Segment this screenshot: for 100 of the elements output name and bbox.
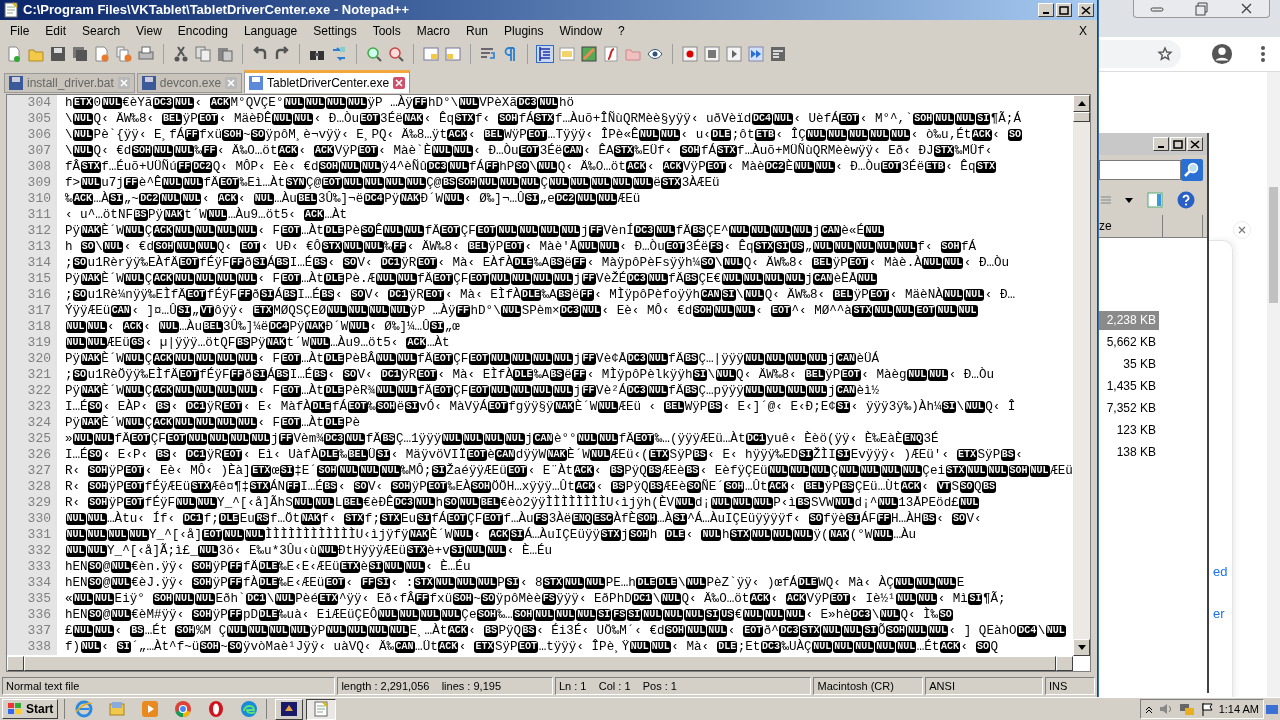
menu-item[interactable]: View bbox=[128, 21, 170, 40]
menu-item[interactable]: File bbox=[2, 21, 38, 40]
more-menu-icon[interactable] bbox=[1261, 46, 1265, 62]
record-icon[interactable] bbox=[682, 46, 698, 62]
line-number: 323 bbox=[7, 399, 57, 415]
code-line: \NULQ‹ ÄW‰8‹ BELÿP EOT‹ MäèÐÊ NUL NUL‹ Ð…Òu EOT3Éë NAK‹ Êq STXf‹ SOHfÁSTXf…Àuõ+ÎÑùQRMèè§yÿÿ‹ uðVèïdDC4 NUL‹ UèfÁEOT‹ M°^,`SOH NUL NUL SI¶Ã;Á bbox=[64, 111, 1021, 127]
dropdown-caret-icon[interactable] bbox=[1125, 197, 1133, 203]
minimize-button[interactable] bbox=[1153, 137, 1169, 151]
menu-item[interactable]: Search bbox=[74, 21, 129, 40]
function-list-icon[interactable] bbox=[603, 46, 619, 62]
preview-pane-icon[interactable] bbox=[1147, 192, 1163, 208]
line-number: 336 bbox=[7, 607, 57, 623]
save-icon[interactable] bbox=[50, 46, 66, 62]
word-wrap-icon[interactable] bbox=[480, 46, 496, 62]
replace-icon[interactable] bbox=[331, 46, 347, 62]
vertical-scrollbar[interactable] bbox=[1073, 95, 1090, 656]
horizontal-scrollbar[interactable] bbox=[7, 656, 1073, 671]
menu-item[interactable]: Plugins bbox=[496, 21, 552, 40]
floppy-icon bbox=[9, 76, 23, 90]
file-size-cell[interactable]: 5,662 KB bbox=[1099, 333, 1159, 352]
menu-item[interactable]: Window bbox=[551, 21, 611, 40]
line-number: 329 bbox=[7, 495, 57, 511]
line-number: 338 bbox=[7, 639, 57, 655]
new-file-icon[interactable] bbox=[6, 46, 22, 62]
taskbar-button[interactable] bbox=[306, 698, 337, 720]
printer-icon[interactable] bbox=[138, 46, 154, 62]
close-document-button[interactable]: X bbox=[1079, 21, 1087, 40]
cut-icon[interactable] bbox=[173, 46, 189, 62]
show-desktop-icon[interactable] bbox=[1266, 703, 1278, 715]
undo-icon[interactable] bbox=[252, 46, 268, 62]
star-icon[interactable] bbox=[1157, 46, 1173, 62]
network-icon[interactable] bbox=[1178, 702, 1195, 716]
line-number: 333 bbox=[7, 559, 57, 575]
search-icon[interactable] bbox=[1181, 159, 1203, 181]
chevron-up-icon[interactable] bbox=[1144, 705, 1153, 713]
code-line: NUL NULÆEüGS‹ µ|ÿÿÿ…ötQFBSPÿNAKt´WNUL…Àu9…öt5‹ ACK…Àt bbox=[64, 335, 450, 351]
start-button[interactable]: Start bbox=[2, 699, 59, 719]
file-size-cell[interactable]: 123 KB bbox=[1099, 421, 1159, 440]
file-size-cell[interactable]: 1,435 KB bbox=[1099, 377, 1159, 396]
zoom-in-icon[interactable] bbox=[366, 46, 382, 62]
close-button[interactable] bbox=[1078, 3, 1094, 17]
chrome-icon[interactable] bbox=[174, 700, 193, 718]
paste-icon[interactable] bbox=[217, 46, 233, 62]
account-icon[interactable] bbox=[1211, 43, 1233, 65]
stop-icon[interactable] bbox=[704, 46, 720, 62]
menu-item[interactable]: Edit bbox=[37, 21, 75, 40]
indent-guide-icon[interactable] bbox=[537, 46, 553, 62]
arrow-up-icon bbox=[1077, 101, 1086, 106]
code-line: £NUL NUL‹ BS…Ét SOH%M ÇNUL NUL NUL NULÿPNUL NUL NUL NULE¸…Àt ACK‹ BSPÿQBS‹ Éi3É‹ UÖ‰M´‹ €dSOH NUL NUL‹ EOTð^DC3 STX NUL NUL SIÕSOH NUL NUL‹ ] QEàhO DC4\NUL bbox=[64, 623, 1067, 639]
media-player-icon[interactable] bbox=[141, 700, 160, 718]
close-all-icon[interactable] bbox=[116, 46, 132, 62]
scrollbar-thumb[interactable] bbox=[1073, 112, 1090, 122]
file-size-cell[interactable]: 7,352 KB bbox=[1099, 399, 1159, 418]
maximize-button[interactable] bbox=[1170, 137, 1186, 151]
close-tab-icon[interactable] bbox=[393, 77, 406, 89]
menu-item[interactable]: Encoding bbox=[169, 21, 236, 40]
flag-icon[interactable] bbox=[1200, 702, 1213, 716]
line-number: 313 bbox=[7, 239, 57, 255]
close-button[interactable] bbox=[1187, 137, 1203, 151]
menu-item[interactable]: Language bbox=[235, 21, 306, 40]
help-icon[interactable] bbox=[1177, 191, 1195, 209]
browser-e-icon[interactable] bbox=[75, 700, 94, 718]
column-header[interactable]: ze bbox=[1099, 215, 1163, 237]
address-bar[interactable] bbox=[1099, 40, 1181, 68]
code-line: h SO\NUL‹ €d SOH NUL NULQ‹ EOT‹ UÐ‹ €ÔSTX NUL NUL‰FF‹ ÄW‰8‹ BELÿPEOT‹ Màè'ÅNUL NUL‹ Ð…Òu EOT3ÉëFS‹ ÊqSTX SI US„NUL NUL NUL NUL NULf‹ SOHfÁ bbox=[64, 239, 977, 255]
page-scrollbar[interactable] bbox=[1267, 72, 1280, 697]
zoom-out-icon[interactable] bbox=[388, 46, 404, 62]
menu-item[interactable]: Settings bbox=[305, 21, 365, 40]
line-number: 322 bbox=[7, 383, 57, 399]
code-line: fÂSTXf…Éuõ+UÜÑú FF DC2Q‹ MÔP‹ Eè‹ €dSOH NUL NULÿ4^èÑû DC3 NULfÁFFhPSO\NULQ‹ Ä‰O…ötACK‹ ACKVÿP EOT‹ MàèDC2ÈNUL NUL‹ Ð…ÒuEOT3ÉëETB‹ ÊqSTX bbox=[64, 159, 997, 175]
menu-item[interactable]: Run bbox=[458, 21, 497, 40]
code-line: f)NUL‹ SI´„…Àt^f~üSOH~SOÿvòMaè¹Jÿÿ‹ uàVQ‹ Ä‰CAN…ÜtACK‹ ETXSÿPEOT…tÿÿÿ‹ ÎPè¸ŸNUL NUL‹ Mà‹ DLE;Et DC3‰UÀÇ NUL NUL NUL NUL NUL…Ét ACK‹ SOQ bbox=[64, 639, 999, 655]
speaker-icon[interactable] bbox=[1158, 702, 1173, 716]
save-all-icon[interactable] bbox=[72, 46, 88, 62]
code-line: hETX0NUL€èYãDC3 NUL‹ ACKM°QVÇE°NUL NUL NUL NULÿP …ÀÿFF hD°\NULVPèXãDC3 NUL hö bbox=[64, 95, 575, 111]
eye-icon[interactable] bbox=[647, 46, 663, 62]
maximize-button[interactable] bbox=[1056, 3, 1072, 17]
redo-icon[interactable] bbox=[274, 46, 290, 62]
edge-icon[interactable] bbox=[240, 700, 259, 718]
menu-item[interactable]: Macro bbox=[408, 21, 458, 40]
code-line: R‹ SOHÿP EOT‹ Eè‹ MÔ‹ )Èà]ETXœSI‡E´SOH NUL NUL NUL‰MÔ;SIŽaéÿÿÆEü EOT‹ E¨ÀtACK‹ BSPÿQBSÆEè BS‹ EèfÿÇEü NUL NUL NULÇNUL NUL NUL NULÇeiSTX NUL NUL SOH NULÆEü bbox=[64, 463, 1073, 479]
file-size-cell[interactable]: 138 KB bbox=[1099, 443, 1159, 462]
menu-item[interactable]: ? bbox=[610, 21, 633, 40]
close-file-icon[interactable] bbox=[94, 46, 110, 62]
code-line: PÿNAKÈ´WNULÇACK NUL NUL NUL NUL‹ FEOT…Àt DLE PèSO ÊNUL NULfÄEOTÇF EOT NUL NUL NUL NULj FFVènÍ DC3 NULfÄBSÇE^NUL NUL NUL NULj CAN è«ÉNUL bbox=[64, 223, 885, 239]
fast-forward-icon[interactable] bbox=[748, 46, 764, 62]
save-macro-icon[interactable] bbox=[770, 46, 786, 62]
ring-icon[interactable] bbox=[207, 700, 226, 718]
paragraph-mark-icon[interactable] bbox=[502, 46, 518, 62]
search-field[interactable] bbox=[1099, 160, 1181, 180]
copy-icon[interactable] bbox=[195, 46, 211, 62]
menu-item[interactable]: Tools bbox=[364, 21, 409, 40]
file-size-cell[interactable]: 35 KB bbox=[1099, 355, 1159, 374]
sync-horizontal-icon[interactable] bbox=[445, 46, 461, 62]
file-tab[interactable]: TabletDriverCenter.exe bbox=[244, 70, 411, 93]
close-icon[interactable] bbox=[1233, 221, 1251, 239]
code-line: «NUL NULEiÿ° SOH NUL NULEðh`DC1\NULPèéETX^ÿÿ‹ Eð‹fÂFFfxüSOH~SOÿpôMèèFSÿÿÿ‹ EðPhD DC1\NULQ‹ Ä‰O…öt ACK‹ ACKVÿPEOT‹ Iè½¹ NUL NUL‹ MìSI¶Ã; bbox=[64, 591, 1006, 607]
sync-vertical-icon[interactable] bbox=[423, 46, 439, 62]
play-icon[interactable] bbox=[726, 46, 742, 62]
minimize-button[interactable] bbox=[1038, 3, 1054, 17]
